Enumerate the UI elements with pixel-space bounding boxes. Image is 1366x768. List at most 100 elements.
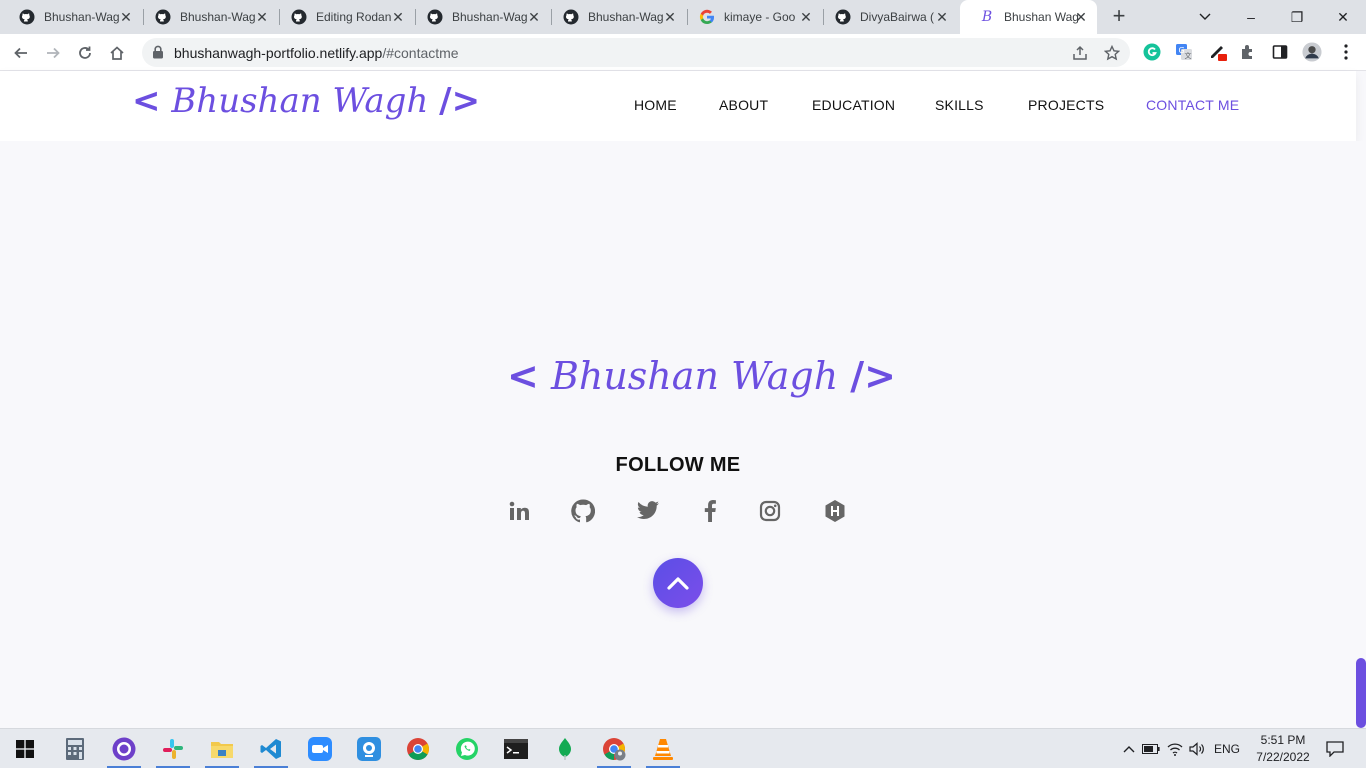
terminal-icon[interactable] bbox=[493, 729, 539, 768]
tab-title: Bhushan-Wagh bbox=[44, 10, 120, 24]
browser-tab[interactable]: DivyaBairwa ( ✕ bbox=[816, 0, 958, 34]
clock-date: 7/22/2022 bbox=[1256, 750, 1310, 764]
vlc-icon[interactable] bbox=[640, 729, 686, 768]
nav-projects[interactable]: PROJECTS bbox=[1028, 97, 1104, 113]
close-icon[interactable]: ✕ bbox=[118, 9, 134, 25]
close-icon[interactable]: ✕ bbox=[934, 9, 950, 25]
side-panel-icon[interactable] bbox=[1270, 42, 1290, 62]
site-navbar: < Bhushan Wagh /> HOME ABOUT EDUCATION S… bbox=[0, 71, 1356, 141]
vscode-icon[interactable] bbox=[248, 729, 294, 768]
restore-button[interactable]: ❐ bbox=[1274, 0, 1320, 34]
nav-home[interactable]: HOME bbox=[634, 97, 677, 113]
facebook-icon[interactable] bbox=[697, 498, 723, 524]
close-icon[interactable]: ✕ bbox=[1073, 9, 1089, 25]
tab-title: DivyaBairwa ( bbox=[860, 10, 935, 24]
chrome-profile-icon[interactable] bbox=[591, 729, 637, 768]
github-icon bbox=[562, 8, 580, 26]
nav-education[interactable]: EDUCATION bbox=[812, 97, 895, 113]
home-icon bbox=[110, 46, 124, 60]
webcam-icon[interactable] bbox=[346, 729, 392, 768]
url-text: bhushanwagh-portfolio.netlify.app/#conta… bbox=[174, 45, 459, 61]
address-bar[interactable]: bhushanwagh-portfolio.netlify.app/#conta… bbox=[142, 38, 1130, 67]
github-desktop-icon[interactable] bbox=[101, 729, 147, 768]
close-icon[interactable]: ✕ bbox=[526, 9, 542, 25]
nav-contact-me[interactable]: CONTACT ME bbox=[1146, 97, 1239, 113]
browser-tab[interactable]: Editing Rodan ✕ bbox=[272, 0, 414, 34]
browser-tab[interactable]: Bhushan-Wagh ✕ bbox=[408, 0, 550, 34]
nav-about[interactable]: ABOUT bbox=[719, 97, 768, 113]
chrome-icon[interactable] bbox=[395, 729, 441, 768]
menu-kebab-icon[interactable] bbox=[1336, 42, 1356, 62]
logo-name: Bhushan Wagh bbox=[171, 81, 429, 121]
notifications-icon[interactable] bbox=[1312, 729, 1358, 768]
close-icon[interactable]: ✕ bbox=[798, 9, 814, 25]
minimize-button[interactable]: – bbox=[1228, 0, 1274, 34]
chevron-down-icon bbox=[1199, 13, 1211, 20]
tab-search-button[interactable] bbox=[1182, 0, 1228, 34]
google-icon bbox=[698, 8, 716, 26]
logo-open-bracket: < bbox=[507, 354, 539, 398]
footer-logo: < Bhushan Wagh /> bbox=[507, 354, 896, 398]
github-icon[interactable] bbox=[570, 498, 596, 524]
clock[interactable]: 5:51 PM 7/22/2022 bbox=[1248, 732, 1318, 766]
hashnode-icon[interactable] bbox=[822, 498, 848, 524]
whatsapp-icon[interactable] bbox=[444, 729, 490, 768]
new-tab-button[interactable]: + bbox=[1107, 5, 1131, 29]
scrollbar-thumb[interactable] bbox=[1356, 658, 1366, 728]
logo-open-bracket: < bbox=[132, 81, 161, 121]
calculator-icon[interactable] bbox=[52, 729, 98, 768]
instagram-icon[interactable] bbox=[757, 498, 783, 524]
logo-name: Bhushan Wagh bbox=[550, 354, 839, 398]
browser-tab[interactable]: Bhushan-Wagh ✕ bbox=[544, 0, 686, 34]
mongodb-icon[interactable] bbox=[542, 729, 588, 768]
site-favicon-icon: B bbox=[981, 9, 993, 25]
zoom-icon[interactable] bbox=[297, 729, 343, 768]
close-icon[interactable]: ✕ bbox=[254, 9, 270, 25]
tab-title: Bhushan Wag bbox=[1004, 10, 1079, 24]
follow-me-heading: FOLLOW ME bbox=[615, 454, 741, 476]
browser-tab-strip: Bhushan-Wagh ✕ Bhushan-Wagh ✕ Editing Ro… bbox=[0, 0, 1366, 34]
tab-title: Bhushan-Wagh bbox=[588, 10, 664, 24]
scroll-to-top-button[interactable] bbox=[653, 558, 703, 608]
file-explorer-icon[interactable] bbox=[199, 729, 245, 768]
chevron-up-icon bbox=[667, 577, 689, 590]
language-indicator[interactable]: ENG bbox=[1214, 742, 1240, 756]
close-icon[interactable]: ✕ bbox=[390, 9, 406, 25]
share-icon[interactable] bbox=[1072, 45, 1088, 61]
close-window-button[interactable]: ✕ bbox=[1320, 0, 1366, 34]
home-button[interactable] bbox=[104, 40, 130, 66]
linkedin-icon[interactable] bbox=[506, 498, 532, 524]
github-icon bbox=[18, 8, 36, 26]
forward-button[interactable] bbox=[40, 40, 66, 66]
battery-icon[interactable] bbox=[1138, 744, 1164, 754]
volume-icon[interactable] bbox=[1186, 742, 1208, 756]
nav-skills[interactable]: SKILLS bbox=[935, 97, 984, 113]
tab-title: kimaye - Goo bbox=[724, 10, 796, 24]
browser-tab-active[interactable]: B Bhushan Wag ✕ bbox=[960, 0, 1097, 34]
browser-tab[interactable]: Bhushan-Wagh ✕ bbox=[136, 0, 278, 34]
extensions-puzzle-icon[interactable] bbox=[1238, 42, 1258, 62]
start-icon[interactable] bbox=[2, 729, 48, 768]
slack-icon[interactable] bbox=[150, 729, 196, 768]
wifi-icon[interactable] bbox=[1164, 742, 1186, 756]
scrollbar-track[interactable] bbox=[1356, 141, 1366, 728]
site-logo[interactable]: < Bhushan Wagh /> bbox=[132, 81, 480, 121]
back-button[interactable] bbox=[8, 40, 34, 66]
tab-title: Editing Rodan bbox=[316, 10, 392, 24]
github-icon bbox=[834, 8, 852, 26]
chevron-up-icon[interactable] bbox=[1120, 745, 1138, 753]
browser-tab[interactable]: Bhushan-Wagh ✕ bbox=[0, 0, 142, 34]
close-icon[interactable]: ✕ bbox=[662, 9, 678, 25]
bookmark-star-icon[interactable] bbox=[1104, 45, 1120, 61]
system-tray: ENG bbox=[1120, 729, 1240, 768]
pen-extension-icon[interactable] bbox=[1208, 42, 1228, 62]
footer-section: < Bhushan Wagh /> FOLLOW ME bbox=[0, 141, 1356, 728]
arrow-left-icon bbox=[14, 47, 27, 59]
reload-button[interactable] bbox=[72, 40, 98, 66]
twitter-icon[interactable] bbox=[635, 498, 661, 524]
grammarly-icon[interactable] bbox=[1142, 42, 1162, 62]
arrow-right-icon bbox=[47, 47, 60, 59]
browser-tab[interactable]: kimaye - Goo ✕ bbox=[680, 0, 822, 34]
avatar[interactable] bbox=[1302, 42, 1322, 62]
translate-icon[interactable]: G文 bbox=[1174, 42, 1194, 62]
